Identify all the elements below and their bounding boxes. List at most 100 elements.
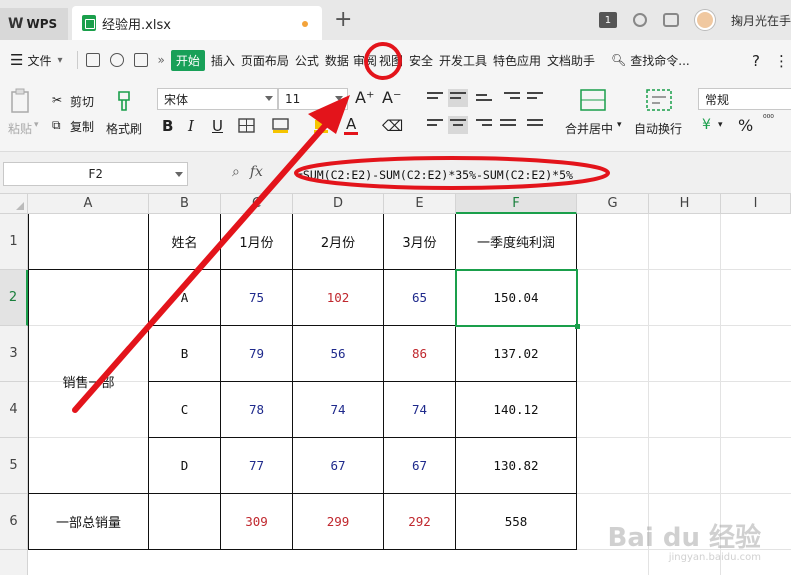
export-pdf-icon[interactable] bbox=[109, 53, 124, 67]
new-tab-button[interactable]: + bbox=[334, 9, 352, 31]
column-header-g[interactable]: G bbox=[577, 194, 649, 214]
copy-icon[interactable]: ⧉ bbox=[52, 118, 61, 133]
window-count-badge[interactable]: 1 bbox=[598, 12, 617, 28]
distributed-icon[interactable] bbox=[527, 119, 543, 131]
cell-a6[interactable]: 一部总销量 bbox=[29, 494, 148, 549]
hamburger-icon[interactable]: ☰ bbox=[10, 51, 23, 69]
cell-d3[interactable]: 56 bbox=[293, 326, 383, 381]
help-icon[interactable]: ? bbox=[752, 52, 760, 70]
merge-chevron-icon[interactable]: ▾ bbox=[617, 120, 622, 130]
zoom-search-icon[interactable]: ⌕ bbox=[232, 164, 240, 180]
cell-c2[interactable]: 75 bbox=[221, 270, 292, 325]
cell-b1[interactable]: 姓名 bbox=[149, 214, 220, 269]
wps-home-tab[interactable]: W WPS bbox=[0, 8, 68, 40]
menu-tab-insert[interactable]: 插入 bbox=[211, 52, 235, 69]
percent-button[interactable]: % bbox=[738, 116, 753, 135]
more-options-icon[interactable]: ⋮ bbox=[774, 52, 789, 70]
cell-f1[interactable]: 一季度纯利润 bbox=[456, 214, 576, 269]
indent-increase-icon[interactable] bbox=[527, 92, 543, 104]
align-left-icon[interactable] bbox=[427, 119, 443, 131]
font-color-button[interactable]: A bbox=[346, 115, 356, 133]
menu-tab-view[interactable]: 视图 bbox=[379, 52, 403, 69]
print-icon[interactable] bbox=[133, 53, 148, 67]
font-name-select[interactable]: 宋体 bbox=[157, 88, 278, 110]
row-header-3[interactable]: 3 bbox=[0, 326, 28, 382]
cell-a2-merged[interactable]: 销售一部 bbox=[29, 270, 148, 493]
cell-f6[interactable]: 558 bbox=[456, 494, 576, 549]
user-name[interactable]: 掬月光在手 bbox=[731, 12, 791, 29]
fill-color-icon[interactable] bbox=[272, 118, 290, 134]
menu-tab-developer[interactable]: 开发工具 bbox=[439, 52, 487, 69]
cell-d4[interactable]: 74 bbox=[293, 382, 383, 437]
menu-tab-formulas[interactable]: 公式 bbox=[295, 52, 319, 69]
cell-e4[interactable]: 74 bbox=[384, 382, 455, 437]
cell-e2[interactable]: 65 bbox=[384, 270, 455, 325]
copy-button[interactable]: 复制 bbox=[70, 118, 94, 135]
cell-c3[interactable]: 79 bbox=[221, 326, 292, 381]
name-box[interactable]: F2 bbox=[3, 162, 188, 186]
fill-handle[interactable] bbox=[575, 324, 580, 329]
cell-c4[interactable]: 78 bbox=[221, 382, 292, 437]
row-header-6[interactable]: 6 bbox=[0, 494, 28, 550]
cut-button[interactable]: 剪切 bbox=[70, 93, 94, 110]
justify-icon[interactable] bbox=[500, 119, 516, 131]
menu-tab-doc-assistant[interactable]: 文档助手 bbox=[547, 52, 595, 69]
menu-tab-data[interactable]: 数据 bbox=[325, 52, 349, 69]
align-middle-icon[interactable] bbox=[448, 89, 468, 107]
cell-b4[interactable]: C bbox=[149, 382, 220, 437]
currency-chevron-icon[interactable]: ▾ bbox=[718, 120, 723, 130]
cell-c6[interactable]: 309 bbox=[221, 494, 292, 549]
align-top-icon[interactable] bbox=[427, 92, 443, 104]
highlight-icon[interactable] bbox=[313, 118, 329, 134]
spreadsheet-grid[interactable]: A B C D E F G H I 1 2 3 4 5 6 姓名 1月份 2月份… bbox=[0, 194, 791, 575]
column-header-a[interactable]: A bbox=[28, 194, 149, 214]
thousands-icon[interactable]: ⁰⁰⁰ bbox=[763, 115, 774, 124]
avatar[interactable] bbox=[694, 10, 715, 30]
eraser-icon[interactable]: ⌫ bbox=[382, 117, 403, 135]
format-painter-button[interactable]: 格式刷 bbox=[106, 120, 142, 137]
cell-d1[interactable]: 2月份 bbox=[293, 214, 383, 269]
paste-icon[interactable] bbox=[10, 88, 32, 114]
align-right-icon[interactable] bbox=[476, 119, 492, 131]
cell-e5[interactable]: 67 bbox=[384, 438, 455, 493]
cell-d2[interactable]: 102 bbox=[293, 270, 383, 325]
cell-f5[interactable]: 130.82 bbox=[456, 438, 576, 493]
decrease-font-icon[interactable]: A⁻ bbox=[382, 88, 401, 107]
row-header-1[interactable]: 1 bbox=[0, 214, 28, 270]
menu-tab-review[interactable]: 审阅 bbox=[353, 52, 377, 69]
cut-icon[interactable]: ✂ bbox=[52, 93, 62, 107]
column-header-d[interactable]: D bbox=[293, 194, 384, 214]
italic-button[interactable]: I bbox=[188, 117, 194, 135]
increase-font-icon[interactable]: A⁺ bbox=[355, 88, 374, 107]
menu-tab-features[interactable]: 特色应用 bbox=[493, 52, 541, 69]
indent-decrease-icon[interactable] bbox=[504, 92, 520, 104]
more-chevron-icon[interactable]: » bbox=[158, 53, 165, 67]
cell-f3[interactable]: 137.02 bbox=[456, 326, 576, 381]
merge-center-icon[interactable] bbox=[580, 88, 606, 112]
formula-input[interactable]: =SUM(C2:E2)-SUM(C2:E2)*35%-SUM(C2:E2)*5% bbox=[296, 168, 573, 182]
column-header-f[interactable]: F bbox=[456, 194, 577, 214]
bold-button[interactable]: B bbox=[162, 117, 173, 135]
row-header-4[interactable]: 4 bbox=[0, 382, 28, 438]
column-header-i[interactable]: I bbox=[721, 194, 791, 214]
column-header-b[interactable]: B bbox=[149, 194, 221, 214]
border-icon[interactable] bbox=[238, 118, 256, 134]
menu-tab-page-layout[interactable]: 页面布局 bbox=[241, 52, 289, 69]
insert-function-icon[interactable]: fx bbox=[250, 164, 263, 180]
column-header-e[interactable]: E bbox=[384, 194, 456, 214]
column-header-h[interactable]: H bbox=[649, 194, 721, 214]
menu-file[interactable]: 文件 bbox=[27, 52, 51, 69]
format-painter-icon[interactable] bbox=[113, 90, 135, 112]
cell-e6[interactable]: 292 bbox=[384, 494, 455, 549]
cell-d5[interactable]: 67 bbox=[293, 438, 383, 493]
cell-b2[interactable]: A bbox=[149, 270, 220, 325]
cloud-sync-icon[interactable] bbox=[632, 13, 647, 27]
font-size-select[interactable]: 11 bbox=[278, 88, 348, 110]
merge-center-button[interactable]: 合并居中 bbox=[565, 120, 613, 137]
save-icon[interactable] bbox=[85, 53, 100, 67]
skin-icon[interactable] bbox=[662, 13, 679, 27]
paste-label[interactable]: 粘贴 bbox=[8, 120, 32, 137]
row-header-2[interactable]: 2 bbox=[0, 270, 28, 326]
currency-icon[interactable]: ¥ bbox=[702, 117, 711, 133]
wrap-text-button[interactable]: 自动换行 bbox=[634, 120, 682, 137]
